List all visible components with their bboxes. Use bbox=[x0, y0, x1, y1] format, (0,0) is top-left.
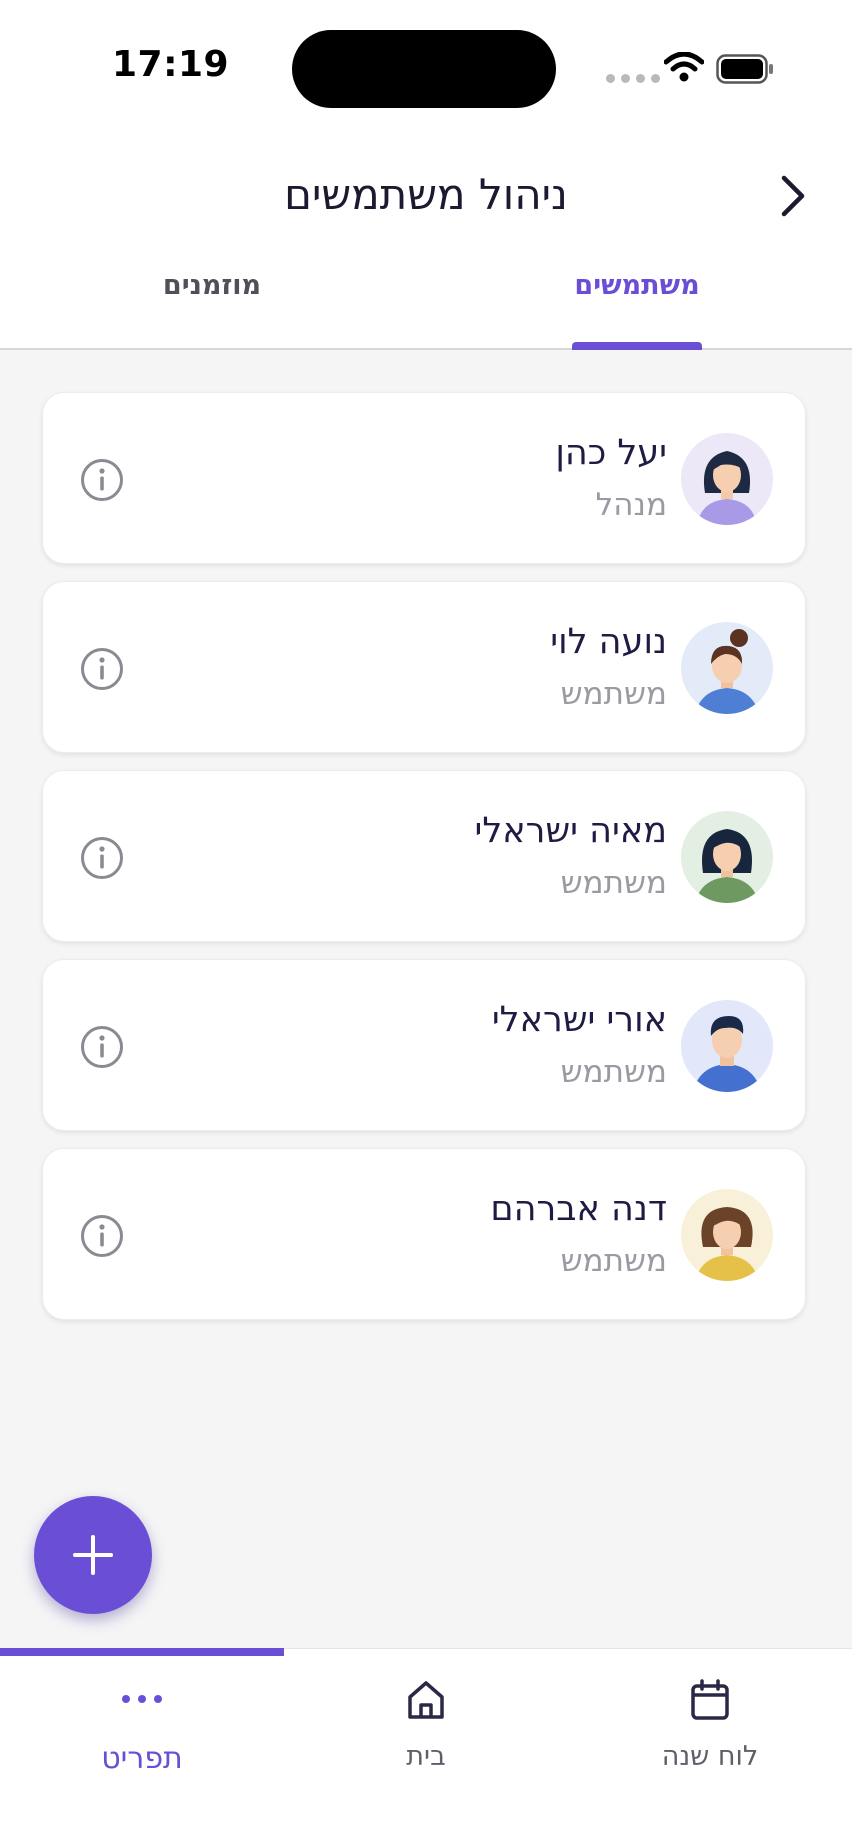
user-role: משתמש bbox=[560, 1243, 667, 1279]
tab-users[interactable]: משתמשים bbox=[572, 270, 702, 301]
active-tab-indicator bbox=[572, 342, 702, 350]
home-icon bbox=[284, 1679, 568, 1721]
info-icon bbox=[81, 648, 123, 690]
user-name: נועה לוי bbox=[550, 622, 667, 662]
tab-invited[interactable]: מוזמנים bbox=[150, 270, 274, 301]
add-user-button[interactable] bbox=[34, 1496, 152, 1614]
nav-label: בית bbox=[406, 1741, 446, 1772]
woman-avatar-icon bbox=[681, 1189, 773, 1281]
info-button[interactable] bbox=[79, 1213, 125, 1259]
user-card[interactable]: דנה אברהם משתמש bbox=[42, 1148, 806, 1320]
user-role: משתמש bbox=[560, 676, 667, 712]
user-role: משתמש bbox=[560, 1054, 667, 1090]
more-dots-icon bbox=[0, 1693, 284, 1705]
info-icon bbox=[81, 459, 123, 501]
man-avatar-icon bbox=[681, 1000, 773, 1092]
user-card[interactable]: אורי ישראלי משתמש bbox=[42, 959, 806, 1131]
info-button[interactable] bbox=[79, 457, 125, 503]
woman-avatar-icon bbox=[681, 811, 773, 903]
dynamic-island bbox=[292, 30, 556, 108]
user-card[interactable]: מאיה ישראלי משתמש bbox=[42, 770, 806, 942]
wifi-icon bbox=[663, 51, 705, 86]
nav-item-home[interactable]: בית bbox=[284, 1649, 568, 1846]
info-icon bbox=[81, 1026, 123, 1068]
nav-label: לוח שנה bbox=[661, 1741, 759, 1772]
user-card[interactable]: יעל כהן מנהל bbox=[42, 392, 806, 564]
woman-avatar-icon bbox=[681, 433, 773, 525]
user-card[interactable]: נועה לוי משתמש bbox=[42, 581, 806, 753]
user-name: אורי ישראלי bbox=[491, 1000, 667, 1040]
nav-item-calendar[interactable]: לוח שנה bbox=[568, 1649, 852, 1846]
user-name: יעל כהן bbox=[555, 433, 667, 473]
app-header: ניהול משתמשים משתמשים מוזמנים bbox=[0, 130, 852, 350]
nav-item-menu[interactable]: תפריט bbox=[0, 1649, 284, 1846]
user-name: דנה אברהם bbox=[490, 1189, 667, 1229]
bottom-navigation: תפריט בית לוח שנה bbox=[0, 1648, 852, 1846]
status-time: 17:19 bbox=[112, 44, 230, 85]
nav-label: תפריט bbox=[101, 1741, 183, 1776]
user-role: מנהל bbox=[595, 487, 667, 523]
user-role: משתמש bbox=[560, 865, 667, 901]
cellular-signal-icon bbox=[606, 74, 660, 83]
info-icon bbox=[81, 837, 123, 879]
plus-icon bbox=[73, 1535, 113, 1575]
info-button[interactable] bbox=[79, 1024, 125, 1070]
page-title: ניהול משתמשים bbox=[284, 170, 568, 219]
info-icon bbox=[81, 1215, 123, 1257]
chevron-right-icon bbox=[781, 175, 805, 217]
user-name: מאיה ישראלי bbox=[474, 811, 667, 851]
status-bar: 17:19 bbox=[0, 0, 852, 130]
calendar-icon bbox=[568, 1679, 852, 1721]
back-button[interactable] bbox=[768, 166, 818, 226]
woman-bun-avatar-icon bbox=[681, 622, 773, 714]
info-button[interactable] bbox=[79, 646, 125, 692]
battery-icon bbox=[716, 54, 774, 88]
info-button[interactable] bbox=[79, 835, 125, 881]
